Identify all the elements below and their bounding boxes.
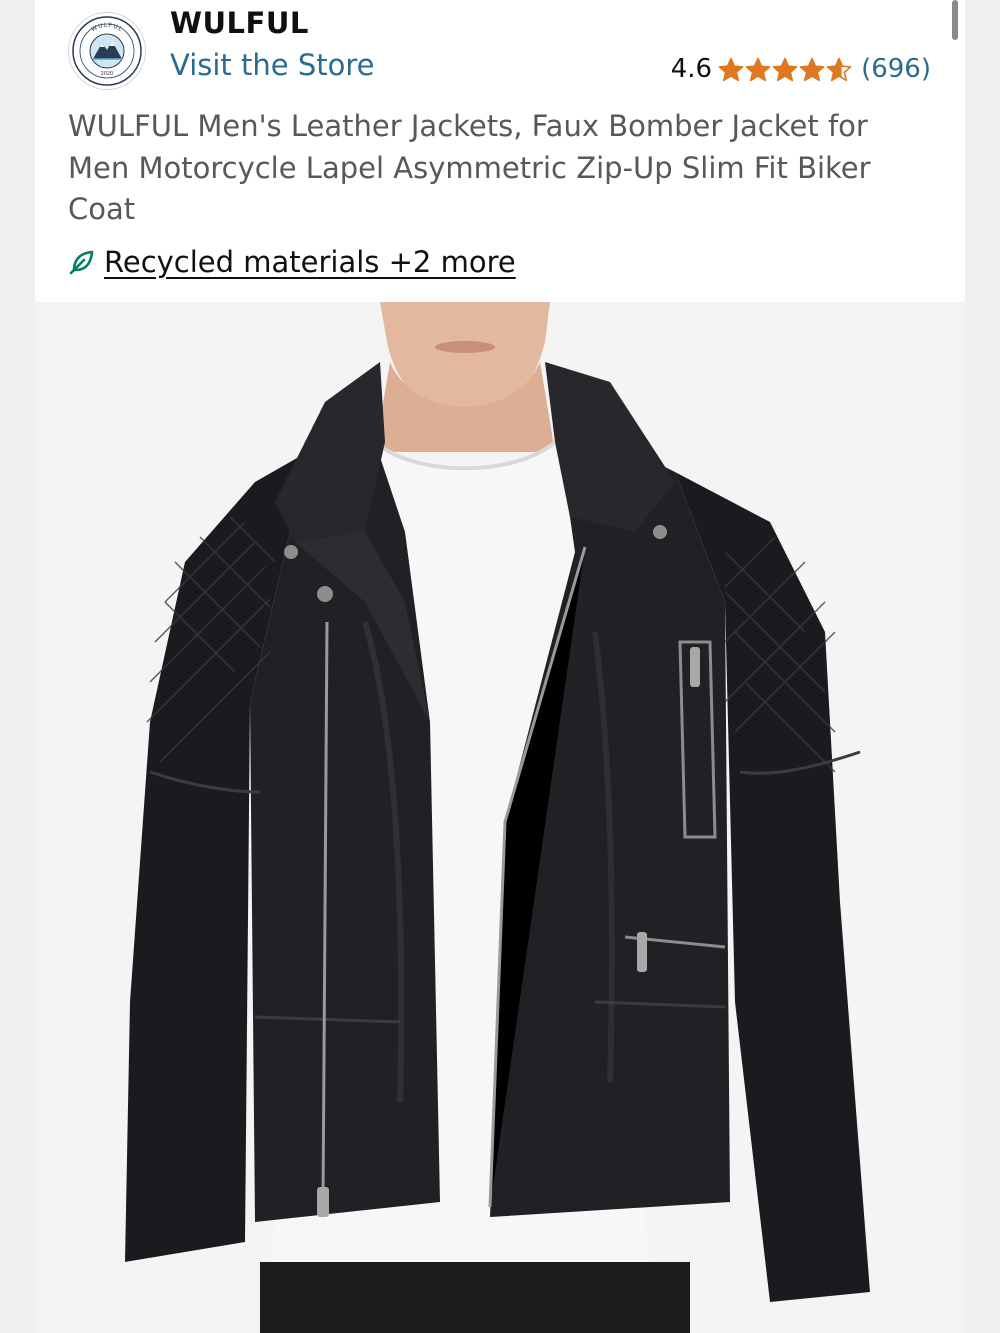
sustainability-link[interactable]: Recycled materials +2 more [104, 245, 516, 279]
product-image[interactable] [35, 302, 965, 1333]
leather-jacket-photo-icon [35, 302, 965, 1333]
leaf-icon [69, 250, 94, 275]
sustainability-badge[interactable]: Recycled materials +2 more [68, 245, 516, 279]
store-logo[interactable]: WULFUL 2020 [68, 12, 146, 90]
star-partial-icon [826, 57, 852, 81]
product-page: WULFUL 2020 WULFUL Visit the Store 4.6 (… [0, 0, 1000, 1333]
rating-value: 4.6 [670, 54, 713, 84]
brand-name[interactable]: WULFUL [170, 6, 309, 40]
scrollbar[interactable] [952, 0, 958, 40]
star-full-icon [799, 57, 825, 81]
mountain-seal-icon: WULFUL 2020 [72, 16, 142, 86]
visit-store-link[interactable]: Visit the Store [170, 48, 374, 82]
star-rating [718, 57, 853, 82]
star-full-icon [718, 57, 744, 81]
logo-year: 2020 [101, 71, 114, 77]
product-title: WULFUL Men's Leather Jackets, Faux Bombe… [68, 109, 871, 226]
rating-summary[interactable]: 4.6 (696) [671, 52, 931, 86]
rating-count-link[interactable]: (696) [861, 54, 931, 84]
star-full-icon [772, 57, 798, 81]
star-full-icon [745, 57, 771, 81]
